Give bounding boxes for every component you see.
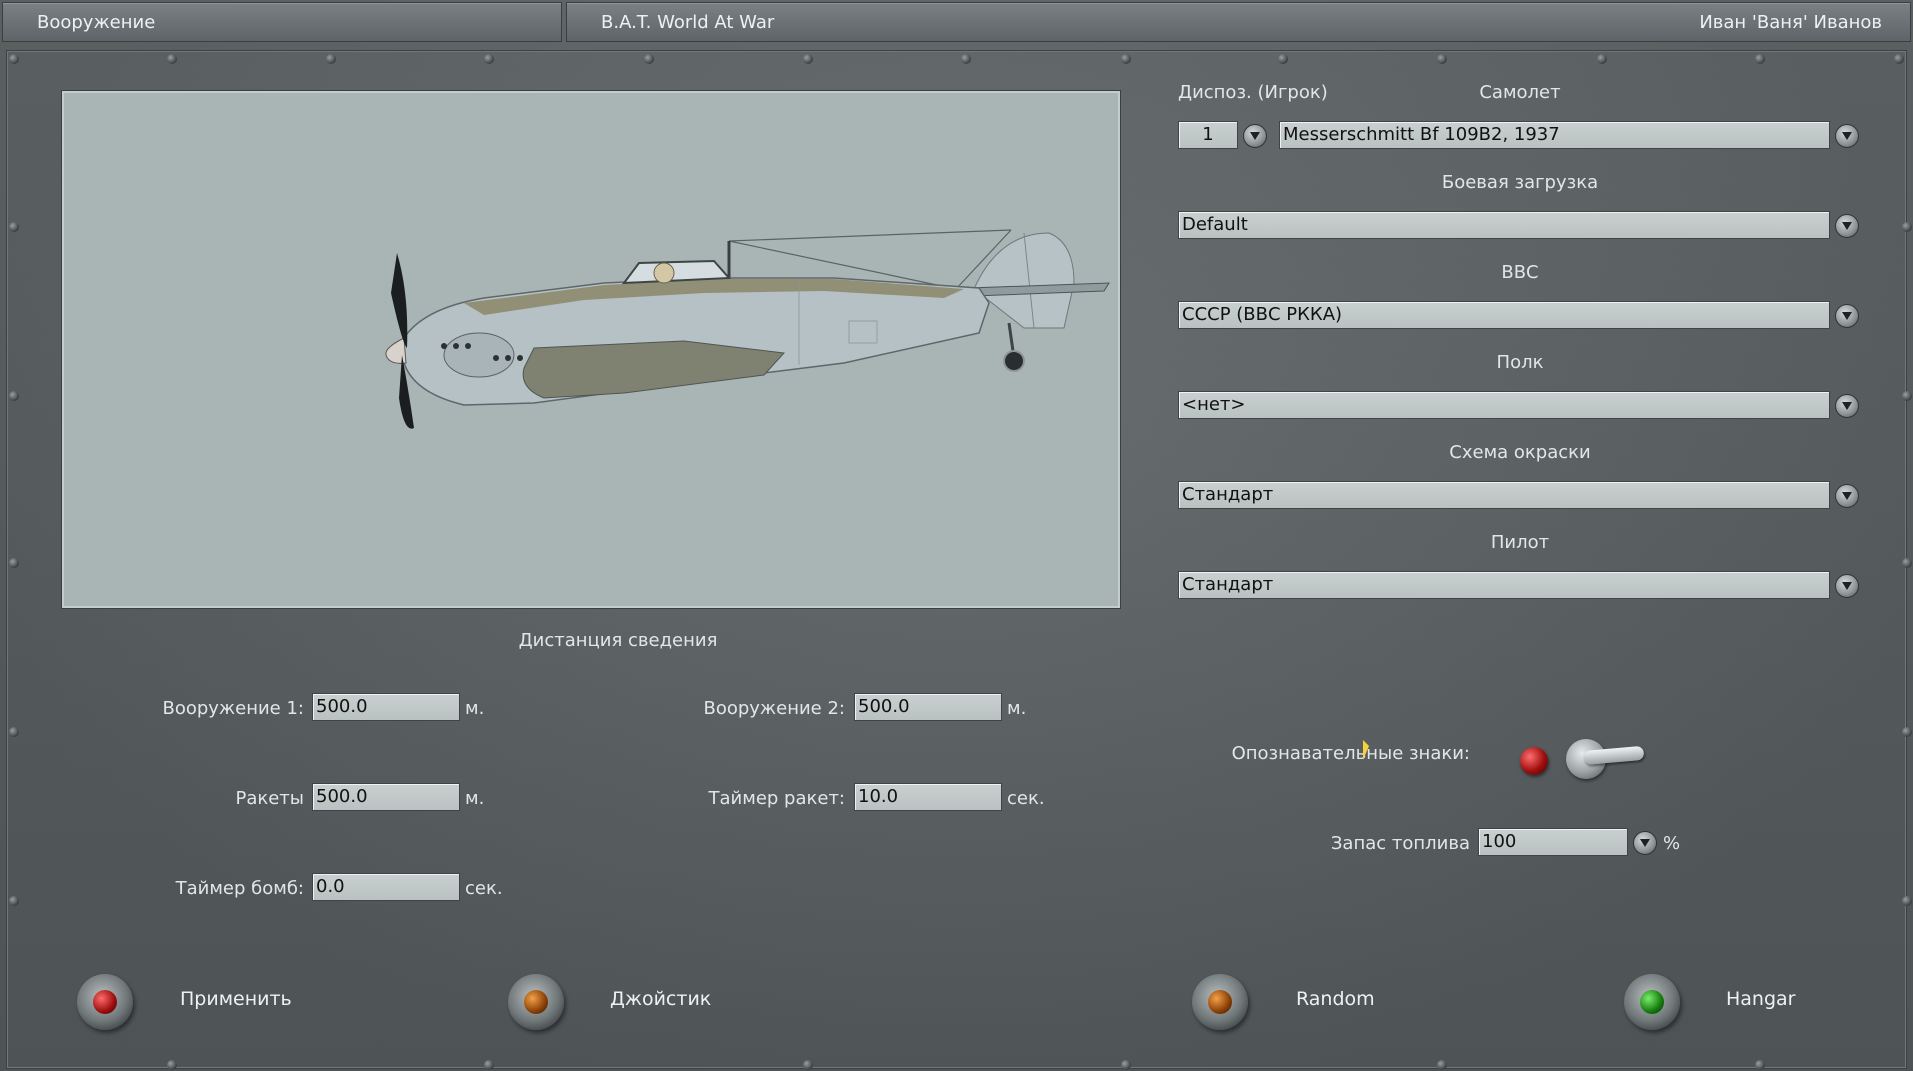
markings-toggle[interactable]	[1518, 735, 1668, 795]
rivet-decoration	[1121, 1060, 1131, 1070]
user-name: Иван 'Ваня' Иванов	[1699, 12, 1882, 33]
rivet-decoration	[9, 896, 19, 906]
rivet-decoration	[961, 54, 971, 64]
rivet-decoration	[326, 54, 336, 64]
bomb-timer-field[interactable]: 0.0	[312, 873, 460, 901]
pilot-dropdown-button[interactable]	[1835, 574, 1859, 598]
dispos-label: Диспоз. (Игрок)	[1178, 82, 1328, 103]
weapon2-unit: м.	[1007, 698, 1027, 719]
rivet-decoration	[1755, 54, 1765, 64]
regiment-label: Полк	[1496, 352, 1544, 373]
section-title-tab: Вооружение	[2, 2, 562, 42]
rivet-decoration	[167, 1060, 177, 1070]
fuel-label: Запас топлива	[1330, 833, 1470, 854]
regiment-dropdown-button[interactable]	[1835, 394, 1859, 418]
rivet-decoration	[9, 222, 19, 232]
fuel-dropdown-button[interactable]	[1633, 831, 1657, 855]
joystick-button[interactable]	[508, 974, 564, 1030]
rivet-decoration	[644, 54, 654, 64]
weapon1-label: Вооружение 1:	[162, 698, 304, 719]
rivet-decoration	[1437, 54, 1447, 64]
rivet-decoration	[1437, 1060, 1447, 1070]
aircraft-preview-image	[385, 229, 1110, 429]
rocket-timer-unit: сек.	[1007, 788, 1045, 809]
rocket-timer-field[interactable]: 10.0	[854, 783, 1002, 811]
rivet-decoration	[1902, 391, 1912, 401]
rivet-decoration	[484, 54, 494, 64]
amber-lamp-icon	[524, 990, 548, 1014]
rivet-decoration	[1902, 558, 1912, 568]
red-lamp-icon	[93, 990, 117, 1014]
rockets-unit: м.	[465, 788, 485, 809]
rivet-decoration	[9, 54, 19, 64]
rivet-decoration	[1902, 896, 1912, 906]
skin-label: Схема окраски	[1449, 442, 1591, 463]
rivet-decoration	[1278, 54, 1288, 64]
amber-lamp-icon	[1208, 990, 1232, 1014]
rivet-decoration	[9, 558, 19, 568]
regiment-field[interactable]: <нет>	[1178, 391, 1830, 419]
loadout-dropdown-button[interactable]	[1835, 214, 1859, 238]
convergence-title: Дистанция сведения	[518, 630, 718, 651]
rivet-decoration	[803, 1060, 813, 1070]
rivet-decoration	[484, 1060, 494, 1070]
aircraft-field[interactable]: Messerschmitt Bf 109B2, 1937	[1279, 121, 1830, 149]
joystick-button-label[interactable]: Джойстик	[610, 988, 711, 1010]
random-button[interactable]	[1192, 974, 1248, 1030]
rivet-decoration	[1902, 727, 1912, 737]
app-title-bar: B.A.T. World At War Иван 'Ваня' Иванов	[566, 2, 1911, 42]
bomb-timer-label: Таймер бомб:	[175, 878, 304, 899]
pilot-field[interactable]: Стандарт	[1178, 571, 1830, 599]
pilot-label: Пилот	[1490, 532, 1550, 553]
section-title: Вооружение	[37, 12, 156, 33]
weapon2-label: Вооружение 2:	[703, 698, 845, 719]
weapon1-unit: м.	[465, 698, 485, 719]
rivet-decoration	[9, 727, 19, 737]
app-title: B.A.T. World At War	[601, 12, 775, 33]
rivet-decoration	[803, 54, 813, 64]
apply-button[interactable]	[77, 974, 133, 1030]
rivet-decoration	[1755, 1060, 1765, 1070]
aircraft-preview[interactable]	[62, 91, 1120, 608]
aircraft-dropdown-button[interactable]	[1835, 124, 1859, 148]
fuel-field[interactable]: 100	[1478, 828, 1628, 856]
loadout-field[interactable]: Default	[1178, 211, 1830, 239]
skin-dropdown-button[interactable]	[1835, 484, 1859, 508]
airforce-field[interactable]: СССР (ВВС РККА)	[1178, 301, 1830, 329]
bomb-timer-unit: сек.	[465, 878, 503, 899]
rivet-decoration	[1121, 54, 1131, 64]
rivet-decoration	[167, 54, 177, 64]
markings-indicator-light	[1520, 747, 1548, 775]
hangar-button-label[interactable]: Hangar	[1726, 988, 1796, 1010]
rivet-decoration	[1894, 54, 1904, 64]
fuel-unit: %	[1663, 833, 1681, 854]
rockets-label: Ракеты	[235, 788, 304, 809]
hangar-button[interactable]	[1624, 974, 1680, 1030]
mouse-cursor-icon	[1363, 740, 1369, 760]
skin-field[interactable]: Стандарт	[1178, 481, 1830, 509]
rockets-field[interactable]: 500.0	[312, 783, 460, 811]
dispos-dropdown-button[interactable]	[1243, 124, 1267, 148]
aircraft-label: Самолет	[1479, 82, 1561, 103]
rocket-timer-label: Таймер ракет:	[708, 788, 845, 809]
weapon1-field[interactable]: 500.0	[312, 693, 460, 721]
airforce-label: ВВС	[1501, 262, 1539, 283]
weapon2-field[interactable]: 500.0	[854, 693, 1002, 721]
markings-label: Опознавательные знаки:	[1231, 743, 1470, 764]
title-bar: Вооружение B.A.T. World At War Иван 'Ван…	[0, 0, 1913, 46]
airforce-dropdown-button[interactable]	[1835, 304, 1859, 328]
green-lamp-icon	[1640, 990, 1664, 1014]
loadout-label: Боевая загрузка	[1441, 172, 1599, 193]
dispos-field[interactable]: 1	[1178, 121, 1238, 149]
random-button-label[interactable]: Random	[1296, 988, 1375, 1010]
rivet-decoration	[1902, 222, 1912, 232]
rivet-decoration	[9, 391, 19, 401]
apply-button-label[interactable]: Применить	[180, 988, 292, 1010]
rivet-decoration	[1597, 54, 1607, 64]
